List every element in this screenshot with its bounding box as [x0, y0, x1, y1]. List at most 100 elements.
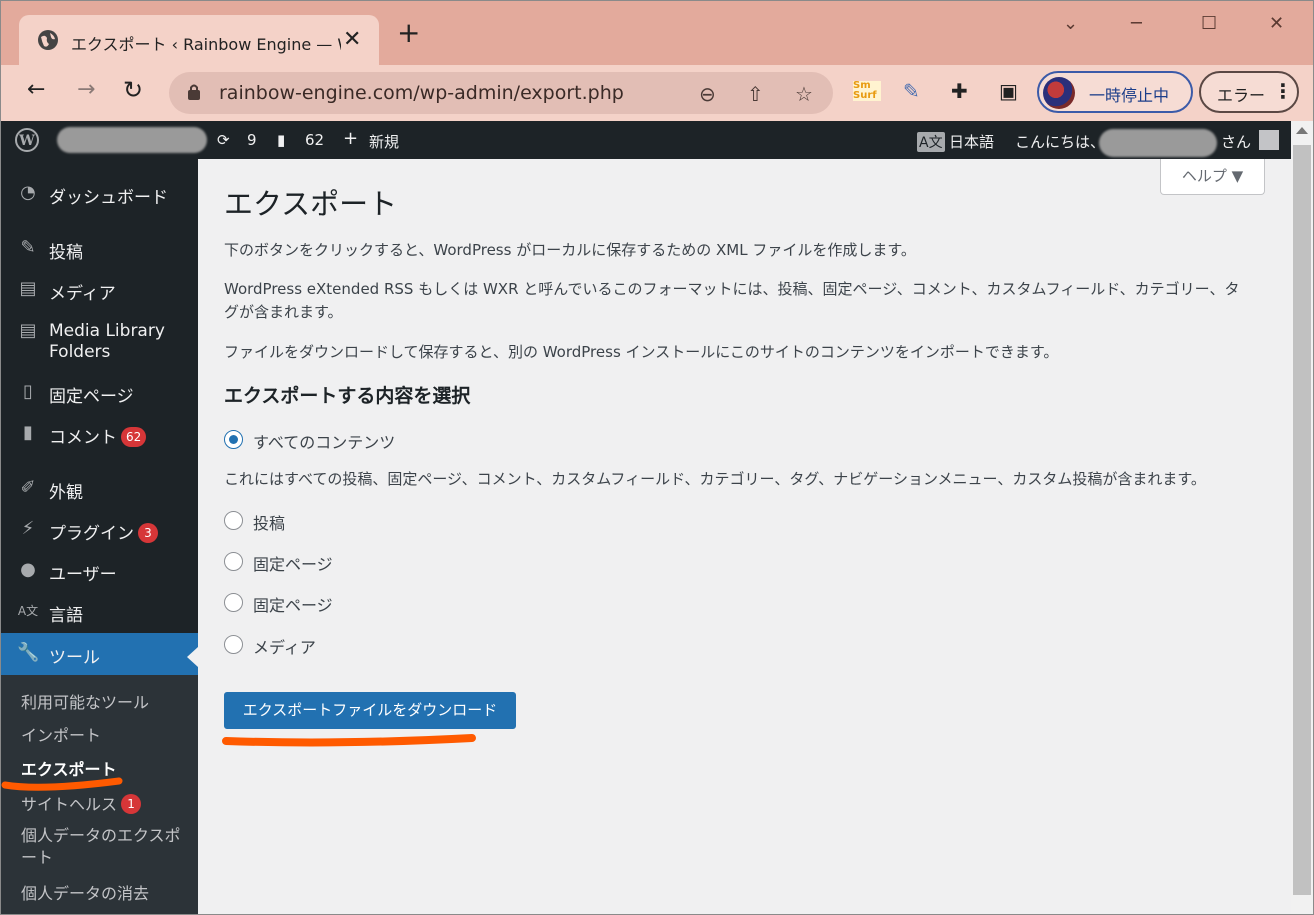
- address-bar[interactable]: rainbow-engine.com/wp-admin/export.php ⊖…: [169, 72, 833, 114]
- submenu-export-personal-data[interactable]: 個人データのエクスポ ート: [21, 825, 181, 869]
- sidebar-item-label: ツール: [49, 648, 100, 668]
- page-scrollbar[interactable]: [1291, 121, 1313, 914]
- comment-icon[interactable]: ▮: [277, 131, 285, 149]
- site-health-badge: 1: [121, 794, 142, 814]
- radio-posts[interactable]: [224, 511, 243, 530]
- wrench-icon: 🔧: [17, 642, 40, 663]
- comments-count[interactable]: 62: [305, 131, 324, 149]
- radio-label-posts[interactable]: 投稿: [253, 510, 285, 534]
- sidebar-item-label: メディア: [49, 284, 116, 304]
- admin-sidebar: ◔ ダッシュボード ✎ 投稿 ▤ メディア ▤ Media Library Fol…: [1, 159, 198, 914]
- sidebar-item-media-library-folders[interactable]: ▤ Media Library Folders: [1, 311, 198, 362]
- sidebar-item-languages[interactable]: A文 言語: [1, 591, 198, 631]
- radio-pages-2[interactable]: [224, 593, 243, 612]
- sidebar-item-label: ダッシュボード: [49, 188, 168, 208]
- download-export-file-button[interactable]: エクスポートファイルをダウンロード: [224, 692, 516, 729]
- plugin-icon: ⚡: [21, 518, 35, 539]
- error-label: エラー: [1217, 86, 1266, 105]
- side-panel-icon[interactable]: ▣: [999, 79, 1018, 103]
- tab-close-icon[interactable]: ✕: [343, 27, 361, 52]
- zoom-icon[interactable]: ⊖: [699, 82, 716, 106]
- username-redacted[interactable]: [1099, 129, 1217, 157]
- new-tab-button[interactable]: +: [397, 19, 420, 47]
- dashboard-icon: ◔: [20, 182, 36, 203]
- sidebar-item-plugins[interactable]: ⚡ プラグイン 3: [1, 509, 198, 549]
- sidebar-item-comments[interactable]: ▮ コメント 62: [1, 413, 198, 453]
- profile-status: 一時停止中: [1089, 86, 1170, 105]
- radio-label-pages-2[interactable]: 固定ページ: [253, 592, 333, 616]
- sidebar-item-pages[interactable]: ▯ 固定ページ: [1, 372, 198, 412]
- smartsurf-extension-icon[interactable]: Sm Surf: [853, 81, 881, 101]
- pin-icon: ✎: [20, 237, 36, 258]
- reload-button[interactable]: ↻: [123, 78, 143, 102]
- submenu-site-health[interactable]: サイトヘルス 1: [21, 791, 142, 815]
- sidebar-item-users[interactable]: ● ユーザー: [1, 550, 198, 590]
- sidebar-item-media[interactable]: ▤ メディア: [1, 269, 198, 309]
- radio-label-media[interactable]: メディア: [253, 634, 316, 658]
- language-switcher[interactable]: 日本語: [949, 131, 994, 152]
- help-tab-button[interactable]: ヘルプ ▼: [1160, 159, 1265, 195]
- forward-button[interactable]: →: [77, 79, 95, 101]
- sidebar-item-dashboard[interactable]: ◔ ダッシュボード: [1, 173, 198, 213]
- plugins-badge: 3: [138, 523, 158, 543]
- wordpress-logo-icon[interactable]: W: [15, 128, 39, 152]
- submenu-available-tools[interactable]: 利用可能なツール: [21, 689, 149, 713]
- greeting-text[interactable]: こんにちは、: [1015, 131, 1105, 152]
- chevron-down-icon[interactable]: ⌄: [1063, 13, 1078, 34]
- notepad-extension-icon[interactable]: ✎: [903, 79, 920, 103]
- back-button[interactable]: ←: [27, 79, 45, 101]
- radio-pages[interactable]: [224, 552, 243, 571]
- scroll-up-icon[interactable]: [1296, 127, 1308, 134]
- plus-icon[interactable]: +: [343, 128, 358, 149]
- share-icon[interactable]: ⇧: [747, 82, 764, 106]
- sidebar-item-label: 言語: [49, 606, 83, 626]
- annotation-underline: [1, 777, 123, 791]
- section-title: エクスポートする内容を選択: [224, 385, 471, 407]
- sidebar-item-label: ユーザー: [49, 565, 117, 585]
- media-folders-icon: ▤: [19, 320, 37, 341]
- radio-label-pages[interactable]: 固定ページ: [253, 551, 333, 575]
- svg-text:W: W: [18, 133, 35, 149]
- maximize-button[interactable]: ☐: [1201, 13, 1217, 34]
- radio-label-all-content[interactable]: すべてのコンテンツ: [253, 429, 395, 453]
- browser-tab[interactable]: エクスポート ‹ Rainbow Engine — W ✕: [19, 15, 379, 65]
- import-paragraph: ファイルをダウンロードして保存すると、別の WordPress インストールにこ…: [224, 343, 1059, 361]
- radio-media[interactable]: [224, 635, 243, 654]
- main-content: ヘルプ ▼ エクスポート 下のボタンをクリックすると、WordPress がロー…: [198, 159, 1291, 914]
- globe-icon: [38, 30, 58, 50]
- greeting-suffix[interactable]: さん: [1221, 131, 1251, 152]
- window-close-button[interactable]: ✕: [1269, 13, 1284, 34]
- sidebar-item-tools[interactable]: 🔧 ツール: [1, 633, 198, 675]
- browser-toolbar: ← → ↻ rainbow-engine.com/wp-admin/export…: [1, 65, 1313, 121]
- sidebar-item-label: 外観: [49, 483, 83, 503]
- submenu-import[interactable]: インポート: [21, 722, 101, 746]
- sidebar-item-label: コメント 62: [49, 423, 147, 448]
- paintbrush-icon: ✐: [20, 477, 36, 498]
- profile-button[interactable]: 一時停止中: [1037, 71, 1193, 113]
- more-menu-icon[interactable]: ⋮: [1273, 79, 1293, 103]
- user-icon: ●: [20, 559, 36, 580]
- new-content-link[interactable]: 新規: [369, 131, 399, 152]
- wxr-paragraph: WordPress eXtended RSS もしくは WXR と呼んでいるこの…: [224, 280, 1240, 321]
- tools-submenu: 利用可能なツール インポート エクスポート サイトヘルス 1 個人データのエクスポ…: [1, 675, 198, 914]
- current-menu-arrow: [187, 647, 198, 667]
- error-button[interactable]: エラー ⋮: [1199, 71, 1299, 113]
- sidebar-item-appearance[interactable]: ✐ 外観: [1, 468, 198, 508]
- updates-icon[interactable]: ⟳: [217, 131, 230, 149]
- translate-icon: A文: [917, 132, 945, 152]
- puzzle-extensions-icon[interactable]: ✚: [951, 79, 968, 103]
- bookmark-star-icon[interactable]: ☆: [795, 82, 813, 106]
- pages-icon: ▯: [23, 381, 33, 402]
- tab-title: エクスポート ‹ Rainbow Engine — W: [71, 35, 341, 54]
- sidebar-item-label: 固定ページ: [49, 387, 134, 407]
- radio-all-content[interactable]: [224, 430, 243, 449]
- updates-count[interactable]: 9: [247, 131, 257, 149]
- scrollbar-thumb[interactable]: [1293, 145, 1311, 895]
- site-name-redacted[interactable]: [57, 127, 207, 153]
- sidebar-item-posts[interactable]: ✎ 投稿: [1, 228, 198, 268]
- submenu-erase-personal-data[interactable]: 個人データの消去: [21, 880, 149, 904]
- url-text[interactable]: rainbow-engine.com/wp-admin/export.php: [219, 82, 624, 104]
- minimize-button[interactable]: ─: [1131, 13, 1142, 34]
- intro-paragraph: 下のボタンをクリックすると、WordPress がローカルに保存するための XM…: [224, 241, 916, 259]
- user-avatar-icon[interactable]: [1259, 130, 1279, 150]
